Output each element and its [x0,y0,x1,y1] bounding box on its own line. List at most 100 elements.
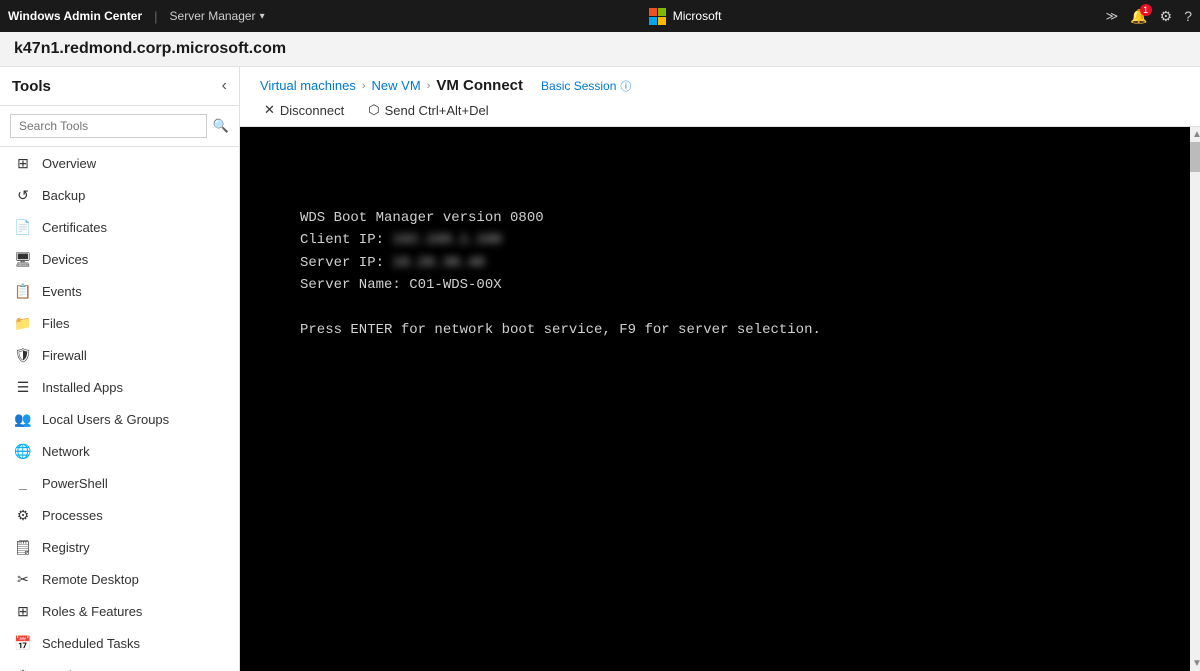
top-bar-right: ≫ 🔔 1 ⚙ ? [1106,8,1192,25]
client-ip-value: 192.168.1.100 [392,229,501,251]
ms-logo-blue [649,17,657,25]
sidebar-nav: ⊞ Overview ↺ Backup 📄 Certificates 🖥 Dev… [0,147,239,671]
sidebar-item-label: Network [42,444,90,459]
sidebar-collapse-button[interactable]: ‹ [222,77,227,95]
sidebar-item-local-users[interactable]: 👥 Local Users & Groups [0,403,239,435]
send-label: Send Ctrl+Alt+Del [385,103,489,118]
sidebar-item-overview[interactable]: ⊞ Overview [0,147,239,179]
scrollbar-up[interactable]: ▲ [1190,127,1200,142]
sidebar-item-powershell[interactable]: _ PowerShell [0,467,239,499]
sidebar-item-label: Overview [42,156,96,171]
sidebar-item-certificates[interactable]: 📄 Certificates [0,211,239,243]
events-icon: 📋 [14,282,32,300]
info-icon[interactable]: ⓘ [620,78,631,94]
main-content: Virtual machines › New VM › VM Connect B… [240,67,1200,671]
console-line-1: WDS Boot Manager version 0800 [300,207,821,229]
toolbar: ✕ Disconnect ⬡ Send Ctrl+Alt+Del [260,100,1180,120]
sidebar-item-label: Registry [42,540,90,555]
ms-logo-text: Microsoft [673,9,722,23]
top-bar-center: Microsoft [265,8,1106,25]
scrollbar-down[interactable]: ▼ [1190,656,1200,671]
installed-apps-icon: ☰ [14,378,32,396]
console-line-3: Server IP: 10.20.30.40 [300,252,821,274]
sidebar-item-events[interactable]: 📋 Events [0,275,239,307]
help-icon[interactable]: ? [1184,8,1192,24]
breadcrumb-new-vm[interactable]: New VM [372,78,421,93]
disconnect-button[interactable]: ✕ Disconnect [260,100,348,120]
sidebar-title: Tools [12,78,51,95]
server-ip-label: Server IP: [300,255,384,271]
expand-icon[interactable]: ≫ [1106,9,1119,23]
registry-icon: 🗒 [14,538,32,556]
breadcrumb-arrow-2: › [427,80,431,92]
sidebar-item-label: Files [42,316,69,331]
services-icon: ⚙ [14,666,32,671]
sidebar-item-services[interactable]: ⚙ Services [0,659,239,671]
separator: | [154,9,157,24]
sidebar-item-label: Remote Desktop [42,572,139,587]
sidebar-item-devices[interactable]: 🖥 Devices [0,243,239,275]
session-label[interactable]: Basic Session [541,79,616,93]
sidebar-item-firewall[interactable]: 🛡 Firewall [0,339,239,371]
search-input[interactable] [10,114,207,138]
devices-icon: 🖥 [14,250,32,268]
sidebar-item-label: Scheduled Tasks [42,636,140,651]
server-manager-label: Server Manager [170,9,256,23]
vm-display-wrapper: WDS Boot Manager version 0800 Client IP:… [240,127,1200,671]
ms-logo-green [658,8,666,16]
sidebar-item-network[interactable]: 🌐 Network [0,435,239,467]
sidebar-item-scheduled-tasks[interactable]: 📅 Scheduled Tasks [0,627,239,659]
powershell-icon: _ [14,474,32,492]
sidebar-item-label: Roles & Features [42,604,142,619]
server-manager-menu[interactable]: Server Manager ▾ [170,9,265,23]
sidebar-item-label: Certificates [42,220,107,235]
scrollbar-thumb[interactable] [1190,142,1200,172]
app-brand[interactable]: Windows Admin Center [8,9,142,23]
search-icon: 🔍 [213,118,229,134]
right-scrollbar[interactable]: ▲ ▼ [1190,127,1200,671]
console-line-6: Press ENTER for network boot service, F9… [300,319,821,341]
disconnect-label: Disconnect [280,103,344,118]
firewall-icon: 🛡 [14,346,32,364]
search-box: 🔍 [0,106,239,147]
content-area: Tools ‹ 🔍 ⊞ Overview ↺ Backup 📄 Certific… [0,67,1200,671]
settings-icon[interactable]: ⚙ [1160,8,1173,25]
server-ip-value: 10.20.30.40 [392,252,484,274]
ms-logo-red [649,8,657,16]
client-ip-label: Client IP: [300,232,384,248]
microsoft-logo: Microsoft [649,8,722,25]
sidebar-item-processes[interactable]: ⚙ Processes [0,499,239,531]
sidebar-header: Tools ‹ [0,67,239,106]
processes-icon: ⚙ [14,506,32,524]
vm-console-text: WDS Boot Manager version 0800 Client IP:… [300,207,821,341]
sidebar-item-label: Processes [42,508,103,523]
sidebar-item-backup[interactable]: ↺ Backup [0,179,239,211]
breadcrumb-virtual-machines[interactable]: Virtual machines [260,78,356,93]
local-users-icon: 👥 [14,410,32,428]
send-ctrl-alt-del-button[interactable]: ⬡ Send Ctrl+Alt+Del [364,100,492,120]
console-line-4: Server Name: C01-WDS-00X [300,274,821,296]
sidebar-item-installed-apps[interactable]: ☰ Installed Apps [0,371,239,403]
sidebar-item-remote-desktop[interactable]: ✂ Remote Desktop [0,563,239,595]
sidebar-item-registry[interactable]: 🗒 Registry [0,531,239,563]
notification-icon[interactable]: 🔔 1 [1130,8,1147,25]
remote-desktop-icon: ✂ [14,570,32,588]
sidebar-item-label: Services [42,668,92,671]
send-icon: ⬡ [368,102,379,118]
sidebar-item-label: Events [42,284,82,299]
breadcrumb-current: VM Connect [436,77,523,94]
scrollbar-track [1190,142,1200,656]
sidebar-item-label: Devices [42,252,88,267]
console-line-2: Client IP: 192.168.1.100 [300,229,821,251]
breadcrumb-session: Basic Session ⓘ [541,78,631,94]
server-title: k47n1.redmond.corp.microsoft.com [0,32,1200,67]
notification-badge: 1 [1140,4,1152,16]
breadcrumb: Virtual machines › New VM › VM Connect B… [260,77,1180,94]
overview-icon: ⊞ [14,154,32,172]
sidebar-item-roles-features[interactable]: ⊞ Roles & Features [0,595,239,627]
scheduled-tasks-icon: 📅 [14,634,32,652]
sidebar-item-label: Local Users & Groups [42,412,169,427]
vm-console-area[interactable]: WDS Boot Manager version 0800 Client IP:… [240,127,1190,671]
disconnect-icon: ✕ [264,102,275,118]
sidebar-item-files[interactable]: 📁 Files [0,307,239,339]
